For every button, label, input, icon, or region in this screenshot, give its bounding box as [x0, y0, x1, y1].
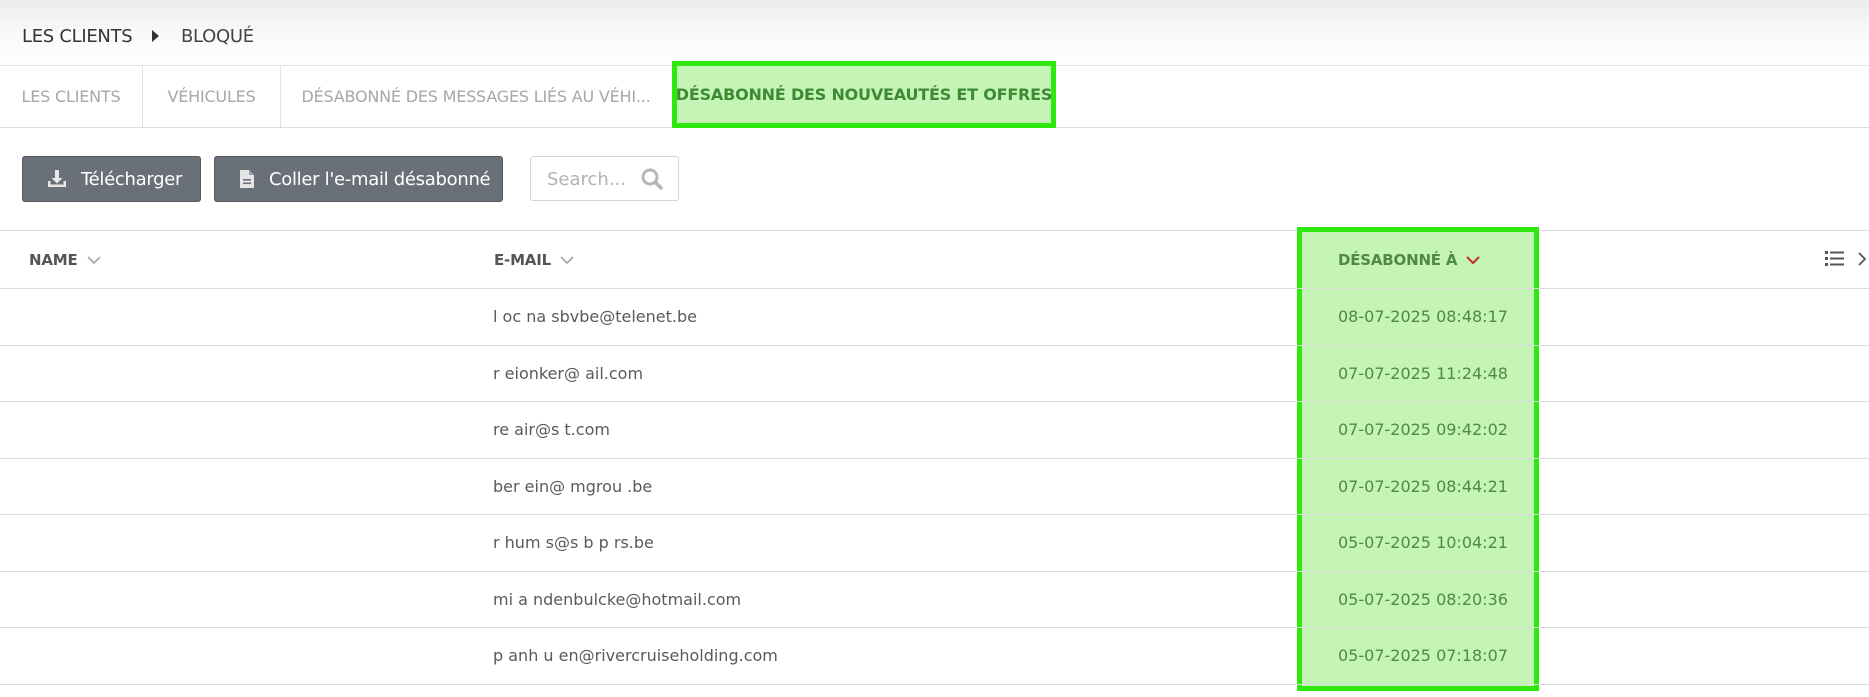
- chevron-down-icon: [86, 256, 101, 265]
- breadcrumb-current: BLOQUÉ: [181, 26, 254, 47]
- table-row[interactable]: mi a ndenbulcke@hotmail.com 05-07-2025 0…: [0, 572, 1869, 628]
- download-button[interactable]: Télécharger: [22, 156, 201, 202]
- download-button-label: Télécharger: [81, 168, 183, 190]
- search-input[interactable]: [547, 167, 643, 191]
- email-cell: mi a ndenbulcke@hotmail.com: [493, 589, 742, 609]
- breadcrumb-root[interactable]: LES CLIENTS: [22, 26, 133, 47]
- table-header: NAME E-MAIL DÉSABONNÉ À: [0, 231, 1869, 289]
- breadcrumb-caret-icon: [152, 30, 159, 42]
- paste-unsubscribed-email-button[interactable]: Coller l'e-mail désabonné: [214, 156, 503, 202]
- email-cell: r hum s@s b p rs.be: [493, 533, 654, 552]
- email-cell: r eionker@ ail.com: [493, 363, 644, 383]
- tab-unsubscribed-vehicle-messages[interactable]: DÉSABONNÉ DES MESSAGES LIÉS AU VÉHI...: [281, 66, 671, 127]
- unsubscribed-at-cell: 05-07-2025 07:18:07: [1338, 646, 1508, 665]
- email-cell: l oc na sbvbe@telenet.be: [493, 307, 697, 326]
- table-row[interactable]: r eionker@ ail.com 07-07-2025 11:24:48: [0, 346, 1869, 402]
- column-list-icon[interactable]: [1825, 250, 1845, 267]
- chevron-right-icon[interactable]: [1857, 252, 1867, 266]
- column-date-label: DÉSABONNÉ À: [1338, 251, 1458, 269]
- table-row[interactable]: p anh u en@rivercruiseholding.com 05-07-…: [0, 628, 1869, 685]
- search-box: [530, 156, 679, 201]
- email-cell: p anh u en@rivercruiseholding.com: [493, 646, 778, 665]
- table-row[interactable]: r hum s@s b p rs.be 05-07-2025 10:04:21: [0, 515, 1869, 572]
- unsubscribed-at-cell: 07-07-2025 09:42:02: [1338, 420, 1508, 439]
- column-name-label: NAME: [29, 251, 78, 269]
- table-row[interactable]: l oc na sbvbe@telenet.be 08-07-2025 08:4…: [0, 289, 1869, 346]
- tab-bar: LES CLIENTS VÉHICULES DÉSABONNÉ DES MESS…: [0, 61, 1869, 128]
- table-body: l oc na sbvbe@telenet.be 08-07-2025 08:4…: [0, 289, 1869, 685]
- unsubscribed-at-cell: 07-07-2025 08:44:21: [1338, 476, 1508, 496]
- paste-button-label: Coller l'e-mail désabonné: [269, 168, 491, 190]
- tab-vehicles[interactable]: VÉHICULES: [143, 66, 281, 127]
- sort-desc-icon: [1466, 256, 1481, 265]
- email-cell: ber ein@ mgrou .be: [493, 476, 653, 496]
- email-cell: re air@s t.com: [493, 420, 610, 439]
- table-row[interactable]: re air@s t.com 07-07-2025 09:42:02: [0, 402, 1869, 459]
- column-header-unsubscribed-at[interactable]: DÉSABONNÉ À: [1338, 251, 1481, 269]
- column-header-name[interactable]: NAME: [29, 251, 101, 269]
- column-header-email[interactable]: E-MAIL: [494, 251, 574, 269]
- unsubscribed-at-cell: 07-07-2025 11:24:48: [1338, 363, 1508, 383]
- toolbar: Télécharger Coller l'e-mail désabonné: [0, 129, 1869, 231]
- column-email-label: E-MAIL: [494, 251, 551, 269]
- unsubscribed-at-cell: 08-07-2025 08:48:17: [1338, 307, 1508, 326]
- tab-unsubscribed-news-offers[interactable]: DÉSABONNÉ DES NOUVEAUTÉS ET OFFRES: [672, 61, 1056, 128]
- unsubscribed-at-cell: 05-07-2025 10:04:21: [1338, 533, 1508, 552]
- document-icon: [240, 170, 254, 188]
- unsubscribed-at-cell: 05-07-2025 08:20:36: [1338, 589, 1508, 609]
- search-icon[interactable]: [640, 167, 664, 191]
- breadcrumb-header: LES CLIENTS BLOQUÉ: [0, 0, 1869, 66]
- chevron-down-icon: [560, 256, 574, 265]
- tab-clients[interactable]: LES CLIENTS: [0, 66, 143, 127]
- download-icon: [48, 170, 66, 187]
- table-row[interactable]: ber ein@ mgrou .be 07-07-2025 08:44:21: [0, 459, 1869, 515]
